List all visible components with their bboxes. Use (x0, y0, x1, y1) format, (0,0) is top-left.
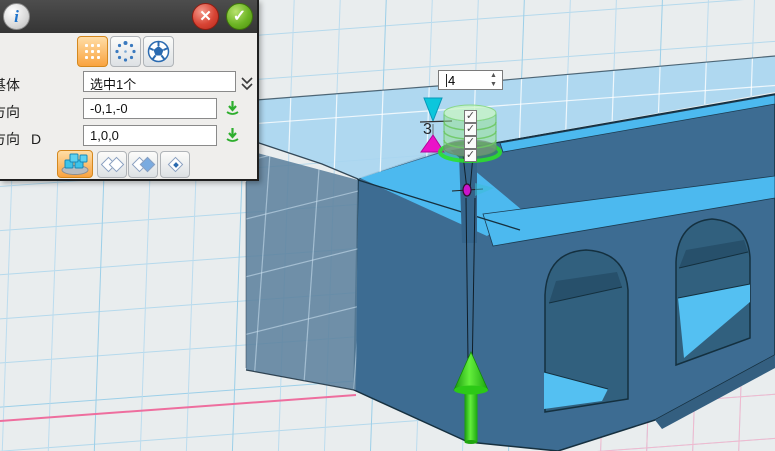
spinner-steppers[interactable]: ▲ ▼ (488, 72, 499, 88)
spinner-up-icon[interactable]: ▲ (488, 72, 499, 79)
arch-opening-left (544, 250, 628, 412)
field-label-direction1: 方向 (0, 102, 20, 122)
instance-checkbox-1[interactable]: ✓ (464, 110, 477, 123)
instance-checkbox-4[interactable]: ✓ (464, 149, 477, 162)
instance-checkbox-3[interactable]: ✓ (464, 136, 477, 149)
tab-diamond-pair[interactable] (97, 151, 127, 178)
tab-diamond-blue[interactable] (128, 151, 158, 178)
base-combo[interactable]: 选中1个 (83, 71, 236, 92)
confirm-button[interactable]: ✓ (226, 3, 253, 30)
dialog-titlebar[interactable]: i ✕ ✓ (0, 0, 257, 33)
spinner-down-icon[interactable]: ▼ (488, 81, 499, 88)
cancel-button[interactable]: ✕ (192, 3, 219, 30)
tab-diamond-dot[interactable] (160, 151, 190, 178)
field-label-base: 基体 (0, 75, 20, 95)
polyhedron-pattern-icon (144, 37, 173, 66)
instance-count-label: 3 (423, 121, 432, 139)
pattern-dialog: i ✕ ✓ 基体 选中1个 (0, 0, 259, 181)
tab-circular-pattern[interactable] (110, 36, 141, 67)
green-import-arrow-icon[interactable] (225, 127, 240, 148)
info-icon[interactable]: i (3, 3, 30, 30)
circular-pattern-icon (111, 37, 140, 66)
direction1-input[interactable]: -0,1,-0 (83, 98, 217, 119)
tab-polyhedron-pattern[interactable] (143, 36, 174, 67)
count-input[interactable] (447, 73, 488, 88)
instance-checkbox-2[interactable]: ✓ (464, 123, 477, 136)
double-chevron-down-icon[interactable] (241, 76, 253, 92)
green-import-arrow-icon[interactable] (225, 100, 240, 121)
direction2-input[interactable]: 1,0,0 (83, 125, 217, 146)
tab-linear-pattern[interactable] (77, 36, 108, 67)
pattern-geometry-icon (58, 151, 92, 177)
pattern-count-spinner[interactable]: ▲ ▼ (438, 70, 503, 90)
tab-pattern-geometry[interactable] (57, 150, 93, 178)
field-label-direction2: 方向D (0, 129, 41, 149)
linear-pattern-icon (84, 43, 101, 60)
